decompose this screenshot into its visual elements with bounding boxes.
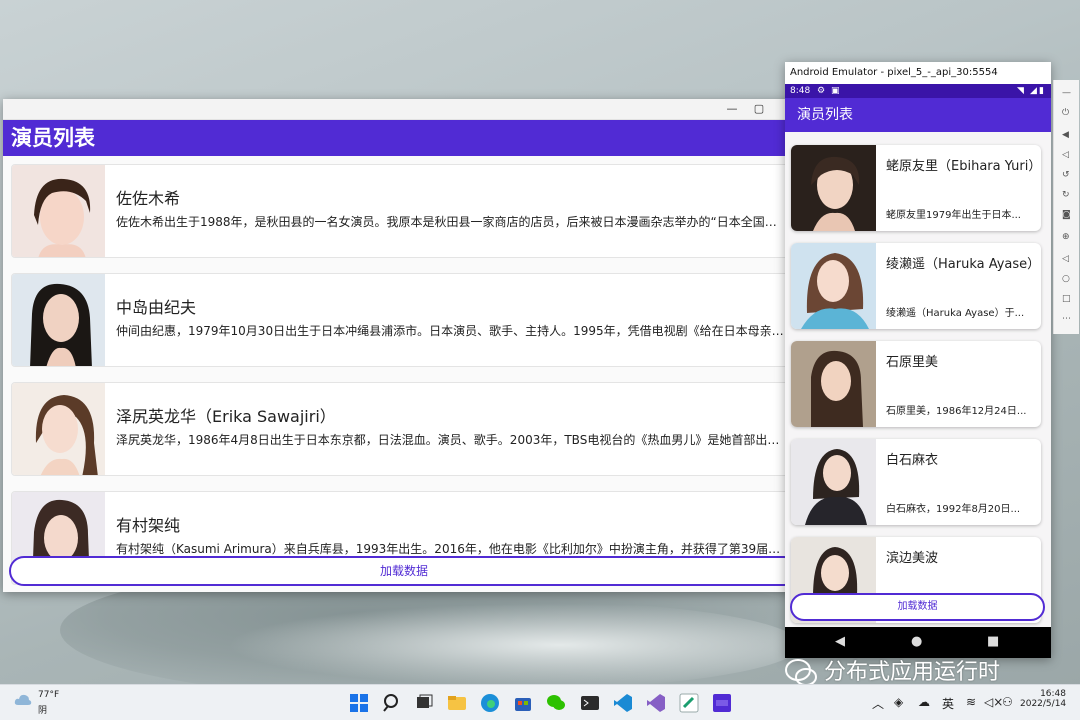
actor-desc: 佐佐木希出生于1988年，是秋田县的一名女演员。我原本是秋田县一家商店的店员，后…	[116, 215, 788, 229]
actor-card[interactable]: 中岛由纪夫 仲间由纪惠，1979年10月30日出生于日本冲绳县浦添市。日本演员、…	[11, 273, 803, 367]
wifi-icon[interactable]: ≋	[966, 695, 976, 709]
vscode-icon[interactable]	[613, 693, 633, 713]
status-time: 8:48	[790, 86, 811, 96]
network-icon[interactable]: ⚇	[1002, 695, 1013, 709]
maximize-icon[interactable]: ▢	[748, 101, 770, 117]
actor-name: 有村架纯	[116, 516, 181, 535]
defender-icon[interactable]: ◈	[894, 695, 903, 709]
app-icon[interactable]	[679, 693, 699, 713]
actor-card[interactable]: 佐佐木希 佐佐木希出生于1988年，是秋田县的一名女演员。我原本是秋田县一家商店…	[11, 164, 803, 258]
actor-desc: 有村架纯（Kasumi Arimura）来自兵库县，1993年出生。2016年，…	[116, 542, 788, 556]
emulator-title[interactable]: Android Emulator - pixel_5_-_api_30:5554	[785, 62, 1051, 84]
volume-down-icon[interactable]: ◁	[1062, 150, 1069, 160]
volume-icon[interactable]: ◁×	[984, 695, 1003, 709]
actor-name: 白石麻衣	[886, 453, 939, 468]
edge-icon[interactable]	[480, 693, 500, 713]
actor-desc: 泽尻英龙华，1986年4月8日出生于日本东京都，日法混血。演员、歌手。2003年…	[116, 433, 788, 447]
file-explorer-icon[interactable]	[447, 693, 467, 713]
actor-photo	[12, 165, 105, 257]
volume-up-icon[interactable]: ◀	[1062, 130, 1069, 140]
notification-icon: ▣	[831, 86, 840, 96]
actor-photo	[791, 243, 876, 329]
watermark-text: 分布式应用运行时	[824, 660, 1001, 685]
dotnet-app-icon[interactable]	[712, 693, 732, 713]
search-icon[interactable]	[382, 693, 402, 713]
zoom-icon[interactable]: ⊕	[1062, 232, 1070, 242]
actor-card[interactable]: 白石麻衣 白石麻衣，1992年8月20日...	[791, 439, 1041, 525]
actor-name: 泽尻英龙华（Erika Sawajiri）	[116, 407, 336, 426]
overview-icon[interactable]: □	[1062, 294, 1071, 304]
actor-name: 石原里美	[886, 355, 939, 370]
onedrive-icon[interactable]: ☁	[918, 695, 930, 709]
page-title: 演员列表	[3, 120, 803, 156]
status-bar: 8:48 ⚙ ▣ ◥ ◢ ▮	[785, 84, 1051, 98]
minimize-icon[interactable]: —	[721, 101, 743, 117]
actor-card[interactable]: 蛯原友里（Ebihara Yuri） 蛯原友里1979年出生于日本...	[791, 145, 1041, 231]
more-icon[interactable]: ⋯	[1062, 314, 1071, 324]
actor-photo	[12, 383, 105, 475]
actor-photo	[791, 439, 876, 525]
load-data-button[interactable]: 加载数据	[790, 593, 1045, 621]
actor-name: 绫濑遥（Haruka Ayase）	[886, 257, 1041, 272]
weather-condition: 阴	[38, 706, 48, 716]
signal-icon: ◢	[1030, 86, 1037, 96]
actor-photo	[12, 274, 105, 366]
actor-card[interactable]: 石原里美 石原里美，1986年12月24日...	[791, 341, 1041, 427]
wechat-icon[interactable]	[546, 693, 566, 713]
actor-name: 蛯原友里（Ebihara Yuri）	[886, 159, 1041, 174]
actor-card[interactable]: 泽尻英龙华（Erika Sawajiri） 泽尻英龙华，1986年4月8日出生于…	[11, 382, 803, 476]
actor-desc: 白石麻衣，1992年8月20日...	[886, 504, 1021, 515]
actor-desc: 蛯原友里1979年出生于日本...	[886, 210, 1021, 221]
actor-desc: 仲间由纪惠，1979年10月30日出生于日本冲绳县浦添市。日本演员、歌手、主持人…	[116, 324, 788, 338]
actor-desc: 绫濑遥（Haruka Ayase）于...	[886, 308, 1025, 319]
emulator-actor-list[interactable]: 蛯原友里（Ebihara Yuri） 蛯原友里1979年出生于日本... 绫濑遥…	[785, 132, 1051, 627]
back-icon[interactable]: ◁	[1062, 254, 1069, 264]
actor-name: 佐佐木希	[116, 189, 181, 208]
camera-icon[interactable]: ◙	[1062, 210, 1071, 220]
battery-icon: ▮	[1039, 86, 1044, 96]
window-titlebar[interactable]: — ▢	[3, 99, 803, 120]
settings-icon: ⚙	[817, 86, 826, 96]
home-icon[interactable]: ○	[1062, 274, 1070, 284]
android-emulator-window: Android Emulator - pixel_5_-_api_30:5554…	[785, 62, 1051, 658]
clock-time: 16:48	[1040, 689, 1066, 699]
wallpaper-highlight	[200, 600, 800, 690]
actor-name: 滨边美波	[886, 551, 939, 566]
back-icon[interactable]: ◀	[835, 634, 845, 649]
rotate-left-icon[interactable]: ↺	[1062, 170, 1070, 180]
visual-studio-icon[interactable]	[646, 693, 666, 713]
emulator-app-title: 演员列表	[785, 98, 1051, 132]
weather-temp: 77°F	[38, 690, 60, 700]
actor-desc: 石原里美，1986年12月24日...	[886, 406, 1027, 417]
actor-photo	[791, 145, 876, 231]
emulator-toolbar: — ⏻ ◀ ◁ ↺ ↻ ◙ ⊕ ◁ ○ □ ⋯	[1053, 80, 1079, 334]
actor-card[interactable]: 绫濑遥（Haruka Ayase） 绫濑遥（Haruka Ayase）于...	[791, 243, 1041, 329]
actor-list[interactable]: 佐佐木希 佐佐木希出生于1988年，是秋田县的一名女演员。我原本是秋田县一家商店…	[3, 156, 803, 592]
store-icon[interactable]	[513, 693, 533, 713]
cloud-icon	[14, 694, 32, 705]
terminal-icon[interactable]	[580, 693, 600, 713]
clock[interactable]: 16:48 2022/5/14	[1020, 689, 1066, 709]
task-view-icon[interactable]	[414, 693, 434, 713]
taskbar: 77°F 阴 ︿ ◈ ☁ 英 ≋ ◁× ⚇ 16:48 2022/5/14	[0, 684, 1080, 720]
load-data-button[interactable]: 加载数据	[9, 556, 799, 586]
ime-indicator[interactable]: 英	[942, 695, 954, 712]
clock-date: 2022/5/14	[1020, 699, 1067, 709]
wifi-icon: ◥	[1017, 86, 1024, 96]
recents-icon[interactable]: ■	[987, 634, 999, 649]
show-hidden-icons[interactable]: ︿	[872, 695, 884, 712]
actor-name: 中岛由纪夫	[116, 298, 197, 317]
start-icon[interactable]	[349, 693, 369, 713]
home-icon[interactable]: ●	[911, 634, 922, 649]
power-icon[interactable]: ⏻	[1062, 108, 1069, 118]
rotate-right-icon[interactable]: ↻	[1062, 190, 1070, 200]
desktop-app-window: — ▢ 演员列表 佐佐木希 佐佐木希出生于1988年，是秋田县的一名女演员。我原…	[3, 99, 803, 592]
close-icon[interactable]: —	[1062, 88, 1071, 98]
actor-photo	[791, 341, 876, 427]
